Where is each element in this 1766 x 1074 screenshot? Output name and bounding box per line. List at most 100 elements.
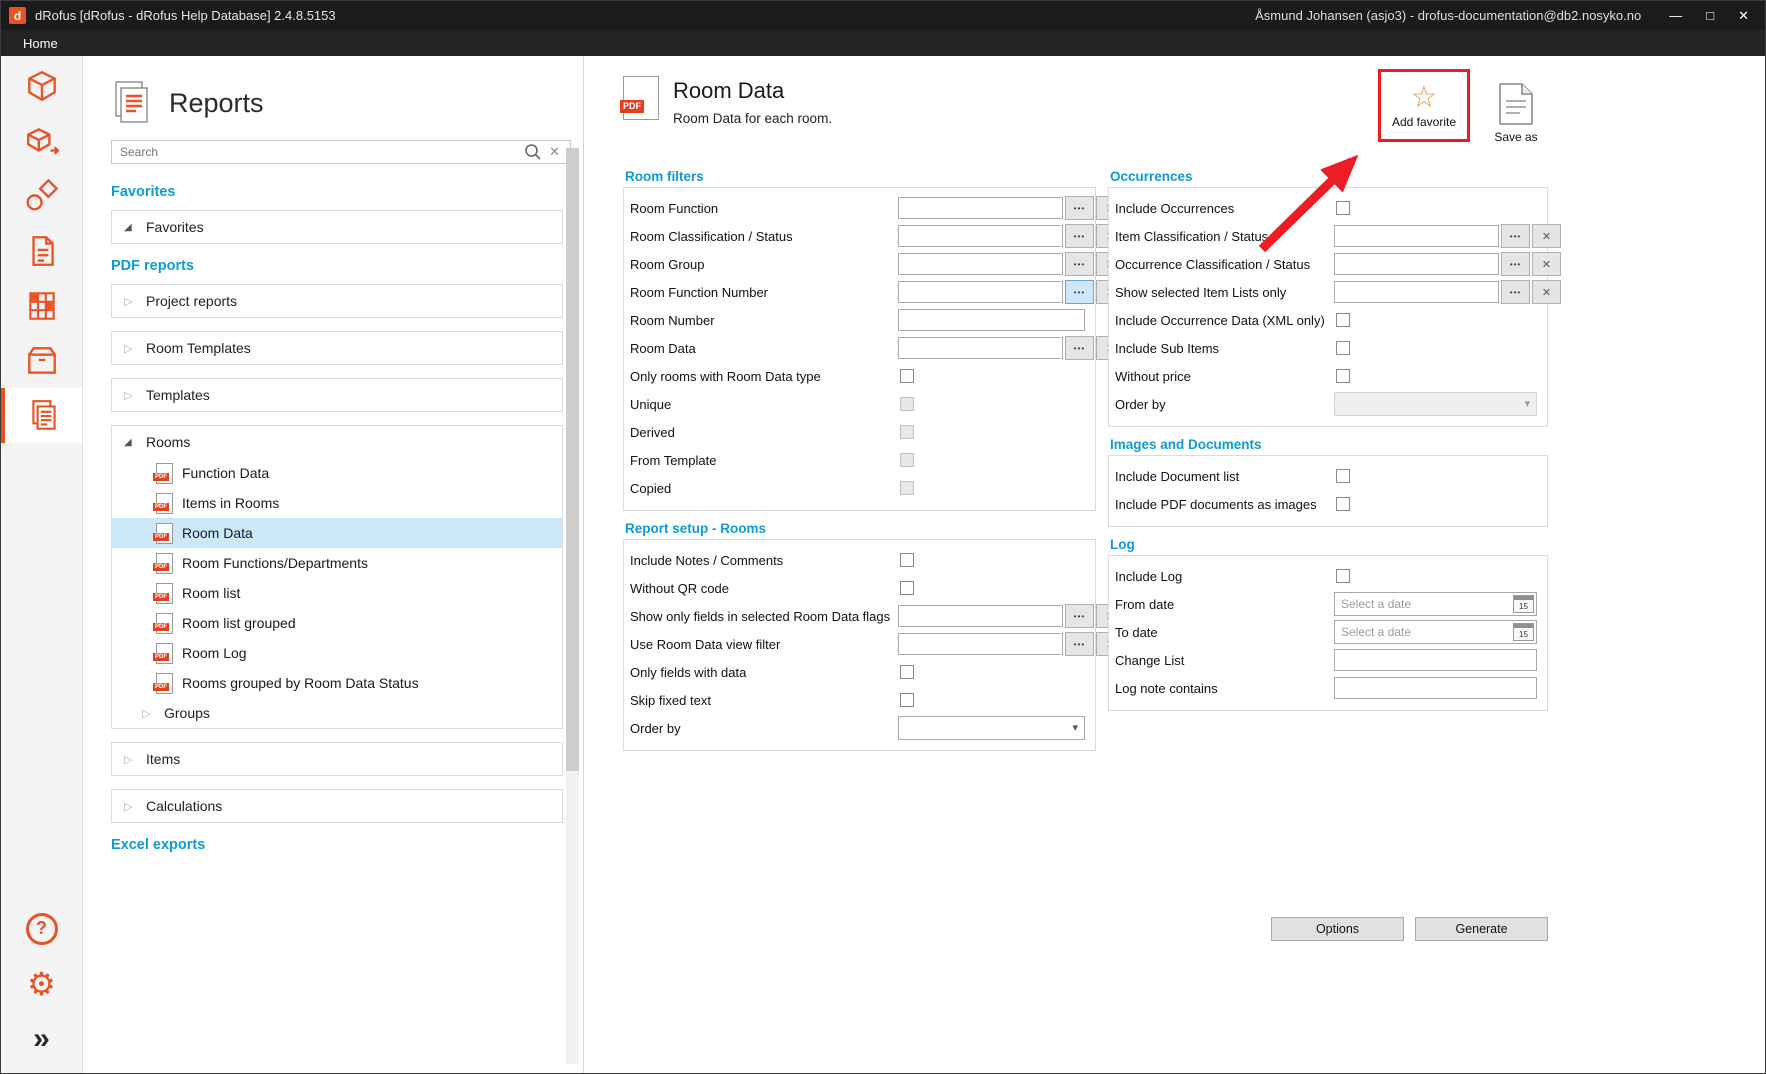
options-button[interactable]: Options [1271,917,1404,941]
report-item-rooms-grouped-by-status[interactable]: PDF Rooms grouped by Room Data Status [112,668,562,698]
checkbox[interactable] [1336,497,1350,511]
checkbox[interactable] [1336,569,1350,583]
lookup-input[interactable] [898,281,1063,303]
lookup-input[interactable] [1334,281,1499,303]
ellipsis-button[interactable]: ••• [1065,252,1094,276]
nav-item-documents[interactable] [1,223,82,278]
report-item-room-list-grouped[interactable]: PDF Room list grouped [112,608,562,638]
section-templates-header[interactable]: ▷ Templates [112,379,562,411]
report-item-items-in-rooms[interactable]: PDF Items in Rooms [112,488,562,518]
checkbox[interactable] [1336,341,1350,355]
field-label: Include Occurrence Data (XML only) [1113,313,1334,328]
ellipsis-button[interactable]: ••• [1501,280,1530,304]
to-date-input[interactable]: Select a date 15 [1334,620,1537,644]
nav-item-package[interactable] [1,333,82,388]
checkbox[interactable] [900,553,914,567]
report-item-function-data[interactable]: PDF Function Data [112,458,562,488]
from-date-input[interactable]: Select a date 15 [1334,592,1537,616]
clear-button[interactable]: ✕ [1532,252,1561,276]
building-grid-icon [24,288,60,324]
menubar: Home [1,30,1765,56]
checkbox[interactable] [1336,469,1350,483]
report-item-room-data[interactable]: PDF Room Data [112,518,562,548]
ellipsis-button[interactable]: ••• [1065,224,1094,248]
field-only-rooms-with-room-data-type: Only rooms with Room Data type [628,362,1085,390]
nav-item-help[interactable]: ? [1,901,82,956]
clear-button[interactable]: ✕ [1532,280,1561,304]
lookup-input[interactable] [898,337,1063,359]
checkbox[interactable] [1336,201,1350,215]
calendar-icon[interactable]: 15 [1513,623,1534,641]
nav-item-rooms[interactable] [1,58,82,113]
panel-scrollbar[interactable] [566,148,579,1064]
field-derived: Derived [628,418,1085,446]
menu-home[interactable]: Home [23,36,58,51]
group-room-filters: Room Function •••✕ Room Classification /… [623,187,1096,511]
lookup-input[interactable] [1334,225,1499,247]
checkbox[interactable] [900,665,914,679]
calendar-icon[interactable]: 15 [1513,595,1534,613]
checkbox[interactable] [1336,369,1350,383]
subsection-groups[interactable]: ▷ Groups [112,698,562,728]
star-icon[interactable]: ☆ [1411,83,1438,113]
maximize-button[interactable]: □ [1706,8,1714,24]
checkbox[interactable] [900,581,914,595]
checkbox[interactable] [1336,313,1350,327]
titlebar: d dRofus [dRofus - dRofus Help Database]… [1,1,1765,30]
lookup-input[interactable] [898,253,1063,275]
window-title: dRofus [dRofus - dRofus Help Database] 2… [35,8,336,23]
nav-item-reports[interactable] [1,388,82,443]
lookup-input[interactable] [1334,253,1499,275]
search-input[interactable] [112,142,523,162]
nav-item-expand[interactable]: » [1,1011,82,1066]
add-favorite-annotation-box: ☆ Add favorite [1378,69,1470,142]
checkbox[interactable] [900,369,914,383]
section-items-header[interactable]: ▷ Items [112,743,562,775]
section-calculations-header[interactable]: ▷ Calculations [112,790,562,822]
checkbox[interactable] [900,693,914,707]
section-project-reports-header[interactable]: ▷ Project reports [112,285,562,317]
page-title: Room Data [673,78,832,104]
close-button[interactable]: ✕ [1738,8,1749,24]
lookup-input[interactable] [898,633,1063,655]
nav-item-room-move[interactable] [1,113,82,168]
section-favorites-header[interactable]: ◢ Favorites [112,211,562,243]
lookup-input[interactable] [898,197,1063,219]
log-note-contains-input[interactable] [1334,677,1537,699]
field-without-qr-code: Without QR code [628,574,1085,602]
section-favorites: ◢ Favorites [111,210,563,244]
ellipsis-button[interactable]: ••• [1065,196,1094,220]
nav-item-building[interactable] [1,278,82,333]
ellipsis-button[interactable]: ••• [1501,224,1530,248]
room-number-input[interactable] [898,309,1085,331]
expander-closed-icon: ▷ [124,800,136,813]
field-label: Show only fields in selected Room Data f… [628,609,898,624]
minimize-button[interactable]: — [1669,8,1682,24]
nav-item-settings[interactable]: ⚙ [1,956,82,1011]
order-by-dropdown[interactable]: ▾ [898,716,1085,740]
lookup-input[interactable] [898,605,1063,627]
search-icon[interactable] [523,142,543,162]
save-as-button[interactable]: Save as [1483,83,1549,144]
lookup-input[interactable] [898,225,1063,247]
ellipsis-button[interactable]: ••• [1501,252,1530,276]
change-list-input[interactable] [1334,649,1537,671]
nav-item-items[interactable] [1,168,82,223]
section-rooms-header[interactable]: ◢ Rooms [112,426,562,458]
field-include-occurrences: Include Occurrences [1113,194,1537,222]
search-clear-icon[interactable]: ✕ [543,144,566,160]
generate-button[interactable]: Generate [1415,917,1548,941]
ellipsis-button[interactable]: ••• [1065,632,1094,656]
panel-scrollbar-thumb[interactable] [566,148,579,771]
ellipsis-button[interactable]: ••• [1065,280,1094,304]
clear-button[interactable]: ✕ [1532,224,1561,248]
section-room-templates-header[interactable]: ▷ Room Templates [112,332,562,364]
report-item-room-functions-departments[interactable]: PDF Room Functions/Departments [112,548,562,578]
ellipsis-button[interactable]: ••• [1065,336,1094,360]
field-include-occurrence-data-xml-only: Include Occurrence Data (XML only) [1113,306,1537,334]
field-label: Change List [1113,653,1334,668]
report-item-room-list[interactable]: PDF Room list [112,578,562,608]
add-favorite-button[interactable]: Add favorite [1392,115,1456,129]
ellipsis-button[interactable]: ••• [1065,604,1094,628]
report-item-room-log[interactable]: PDF Room Log [112,638,562,668]
